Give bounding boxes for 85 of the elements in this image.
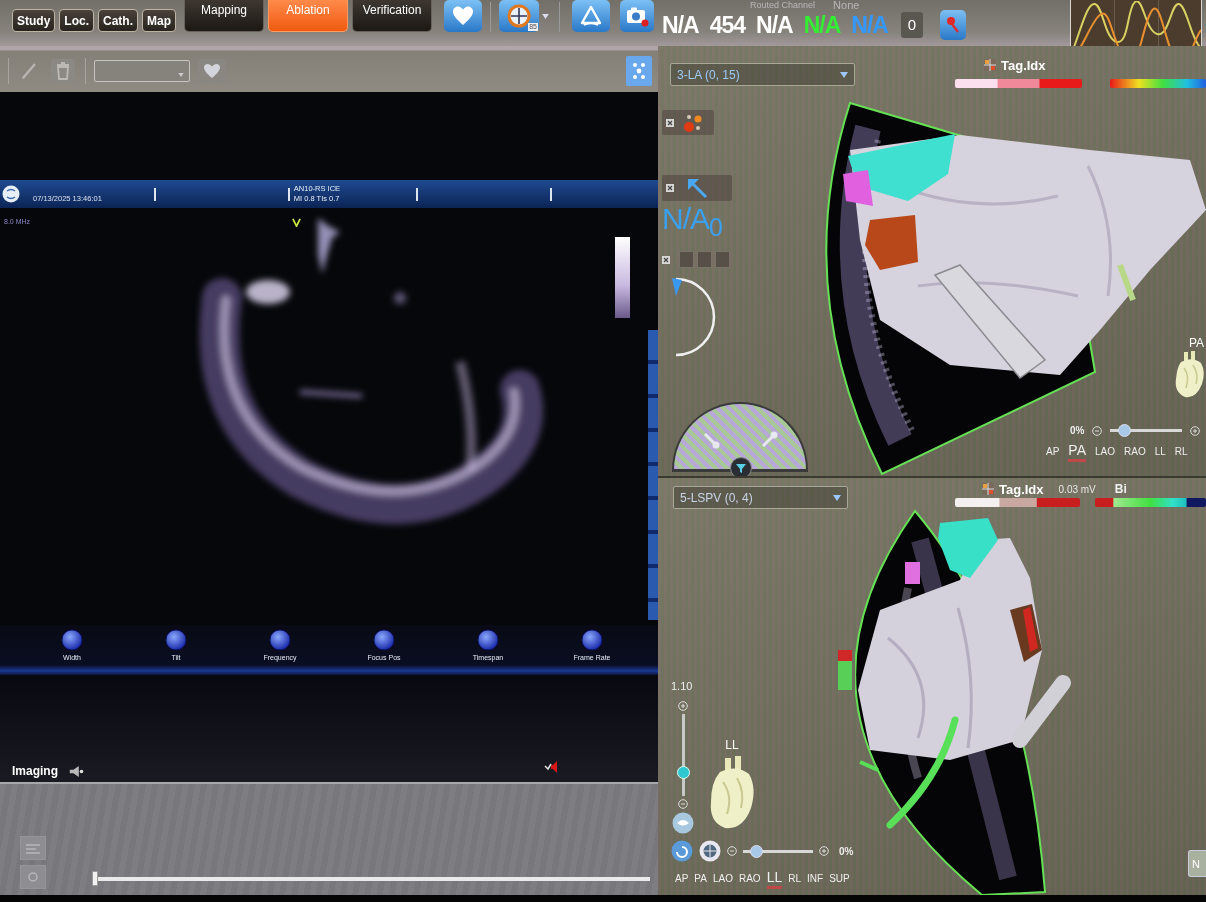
- side-tab-strip[interactable]: [648, 330, 658, 620]
- setup-tab[interactable]: Loc.: [59, 9, 94, 32]
- knob-icon: [61, 629, 83, 651]
- marker-icon: [838, 650, 852, 690]
- view-label: PA: [1188, 336, 1204, 350]
- slider-thumb[interactable]: [92, 871, 98, 886]
- readout-value: 454: [709, 12, 745, 38]
- heart-icon: [451, 4, 475, 28]
- channel-value: None: [833, 0, 860, 10]
- map-dropdown[interactable]: 5-LSPV (0, 4): [673, 486, 848, 509]
- view-button[interactable]: RL: [1174, 446, 1188, 462]
- readout-value: N/A: [851, 12, 888, 38]
- view-button[interactable]: RAO: [1124, 446, 1146, 462]
- grid-icon: [982, 483, 994, 495]
- readout-value: N/A: [803, 12, 841, 38]
- view-button[interactable]: LL: [1154, 446, 1166, 462]
- plus-icon[interactable]: [1190, 425, 1201, 436]
- triangle-button[interactable]: [572, 0, 610, 32]
- counter-value: 0: [900, 12, 923, 38]
- minus-icon[interactable]: [678, 799, 688, 809]
- view-button[interactable]: INF: [807, 873, 824, 889]
- camera-button[interactable]: [620, 0, 654, 32]
- view-button[interactable]: PA: [694, 873, 707, 889]
- readout-value: N/A: [662, 12, 699, 38]
- zoom-value: 0%: [1070, 425, 1085, 436]
- view-button[interactable]: AP: [675, 873, 689, 889]
- grid-icon: [984, 59, 996, 71]
- caret-icon: [840, 71, 848, 78]
- speaker-icon[interactable]: [544, 760, 558, 774]
- close-icon[interactable]: [666, 118, 674, 127]
- knob-icon: [373, 629, 395, 651]
- view-button[interactable]: SUP: [829, 873, 850, 889]
- filter-button[interactable]: [730, 457, 752, 476]
- logo-icon: [2, 185, 20, 203]
- caret-icon[interactable]: [542, 14, 549, 19]
- legend-label: Tag.Idx: [1001, 57, 1046, 73]
- view-button[interactable]: AP: [1046, 446, 1060, 462]
- view-label: LL: [725, 738, 739, 752]
- caret-icon: [833, 494, 841, 501]
- plus-icon[interactable]: [678, 701, 688, 711]
- knob-icon: [269, 629, 291, 651]
- setup-tab[interactable]: Study: [12, 9, 56, 32]
- readout-value: N/A$_{0}$: [662, 203, 722, 243]
- voltage-text: 0.03 mV: [1058, 483, 1096, 495]
- triangle-icon: [579, 4, 603, 28]
- panel-title: Imaging: [12, 764, 58, 778]
- globe-icon[interactable]: [699, 840, 721, 862]
- dropdown-field[interactable]: [94, 60, 190, 82]
- channel-label: Routed Channel: [750, 0, 816, 10]
- knob-icon: [165, 629, 187, 651]
- view-button[interactable]: RL: [788, 873, 801, 889]
- rotate-icon[interactable]: [671, 840, 693, 862]
- knob-icon: [477, 629, 499, 651]
- signal-type-text: Bi: [1114, 482, 1127, 496]
- knob-icon: [581, 629, 603, 651]
- mode-tab[interactable]: Ablation: [268, 0, 348, 32]
- view-button[interactable]: LAO: [712, 873, 733, 889]
- caret-icon: [178, 73, 184, 77]
- mode-tab[interactable]: Mapping: [184, 0, 264, 32]
- view-button[interactable]: LL: [766, 870, 783, 889]
- scale-value: 1.10: [671, 680, 693, 693]
- legend-label: Tag.Idx: [999, 481, 1044, 497]
- marker-icon: [292, 218, 301, 227]
- arrow-icon[interactable]: [686, 177, 708, 199]
- readout-value: N/A: [756, 12, 793, 38]
- filter-icon: [735, 462, 747, 474]
- view-button[interactable]: PA: [1068, 443, 1086, 462]
- view-button[interactable]: RAO: [738, 873, 761, 889]
- dots-icon[interactable]: [626, 56, 652, 86]
- close-icon[interactable]: [662, 255, 670, 264]
- minus-icon[interactable]: [727, 846, 737, 856]
- view-button[interactable]: LAO: [1095, 446, 1115, 462]
- setup-tab[interactable]: Cath.: [98, 9, 138, 32]
- plus-icon[interactable]: [819, 846, 829, 856]
- minus-icon[interactable]: [1092, 425, 1103, 436]
- map-dropdown[interactable]: 3-LA (0, 15): [670, 63, 855, 86]
- setup-tab[interactable]: Map: [142, 9, 176, 32]
- close-icon[interactable]: [666, 184, 674, 192]
- mode-tab[interactable]: Verification: [352, 0, 432, 32]
- bin-icon[interactable]: [49, 59, 77, 83]
- speaker-icon[interactable]: [68, 765, 86, 778]
- heart-button[interactable]: [444, 0, 482, 32]
- eye-icon[interactable]: [672, 812, 694, 834]
- pin-button[interactable]: [939, 10, 966, 40]
- zoom-value: 0%: [839, 845, 854, 857]
